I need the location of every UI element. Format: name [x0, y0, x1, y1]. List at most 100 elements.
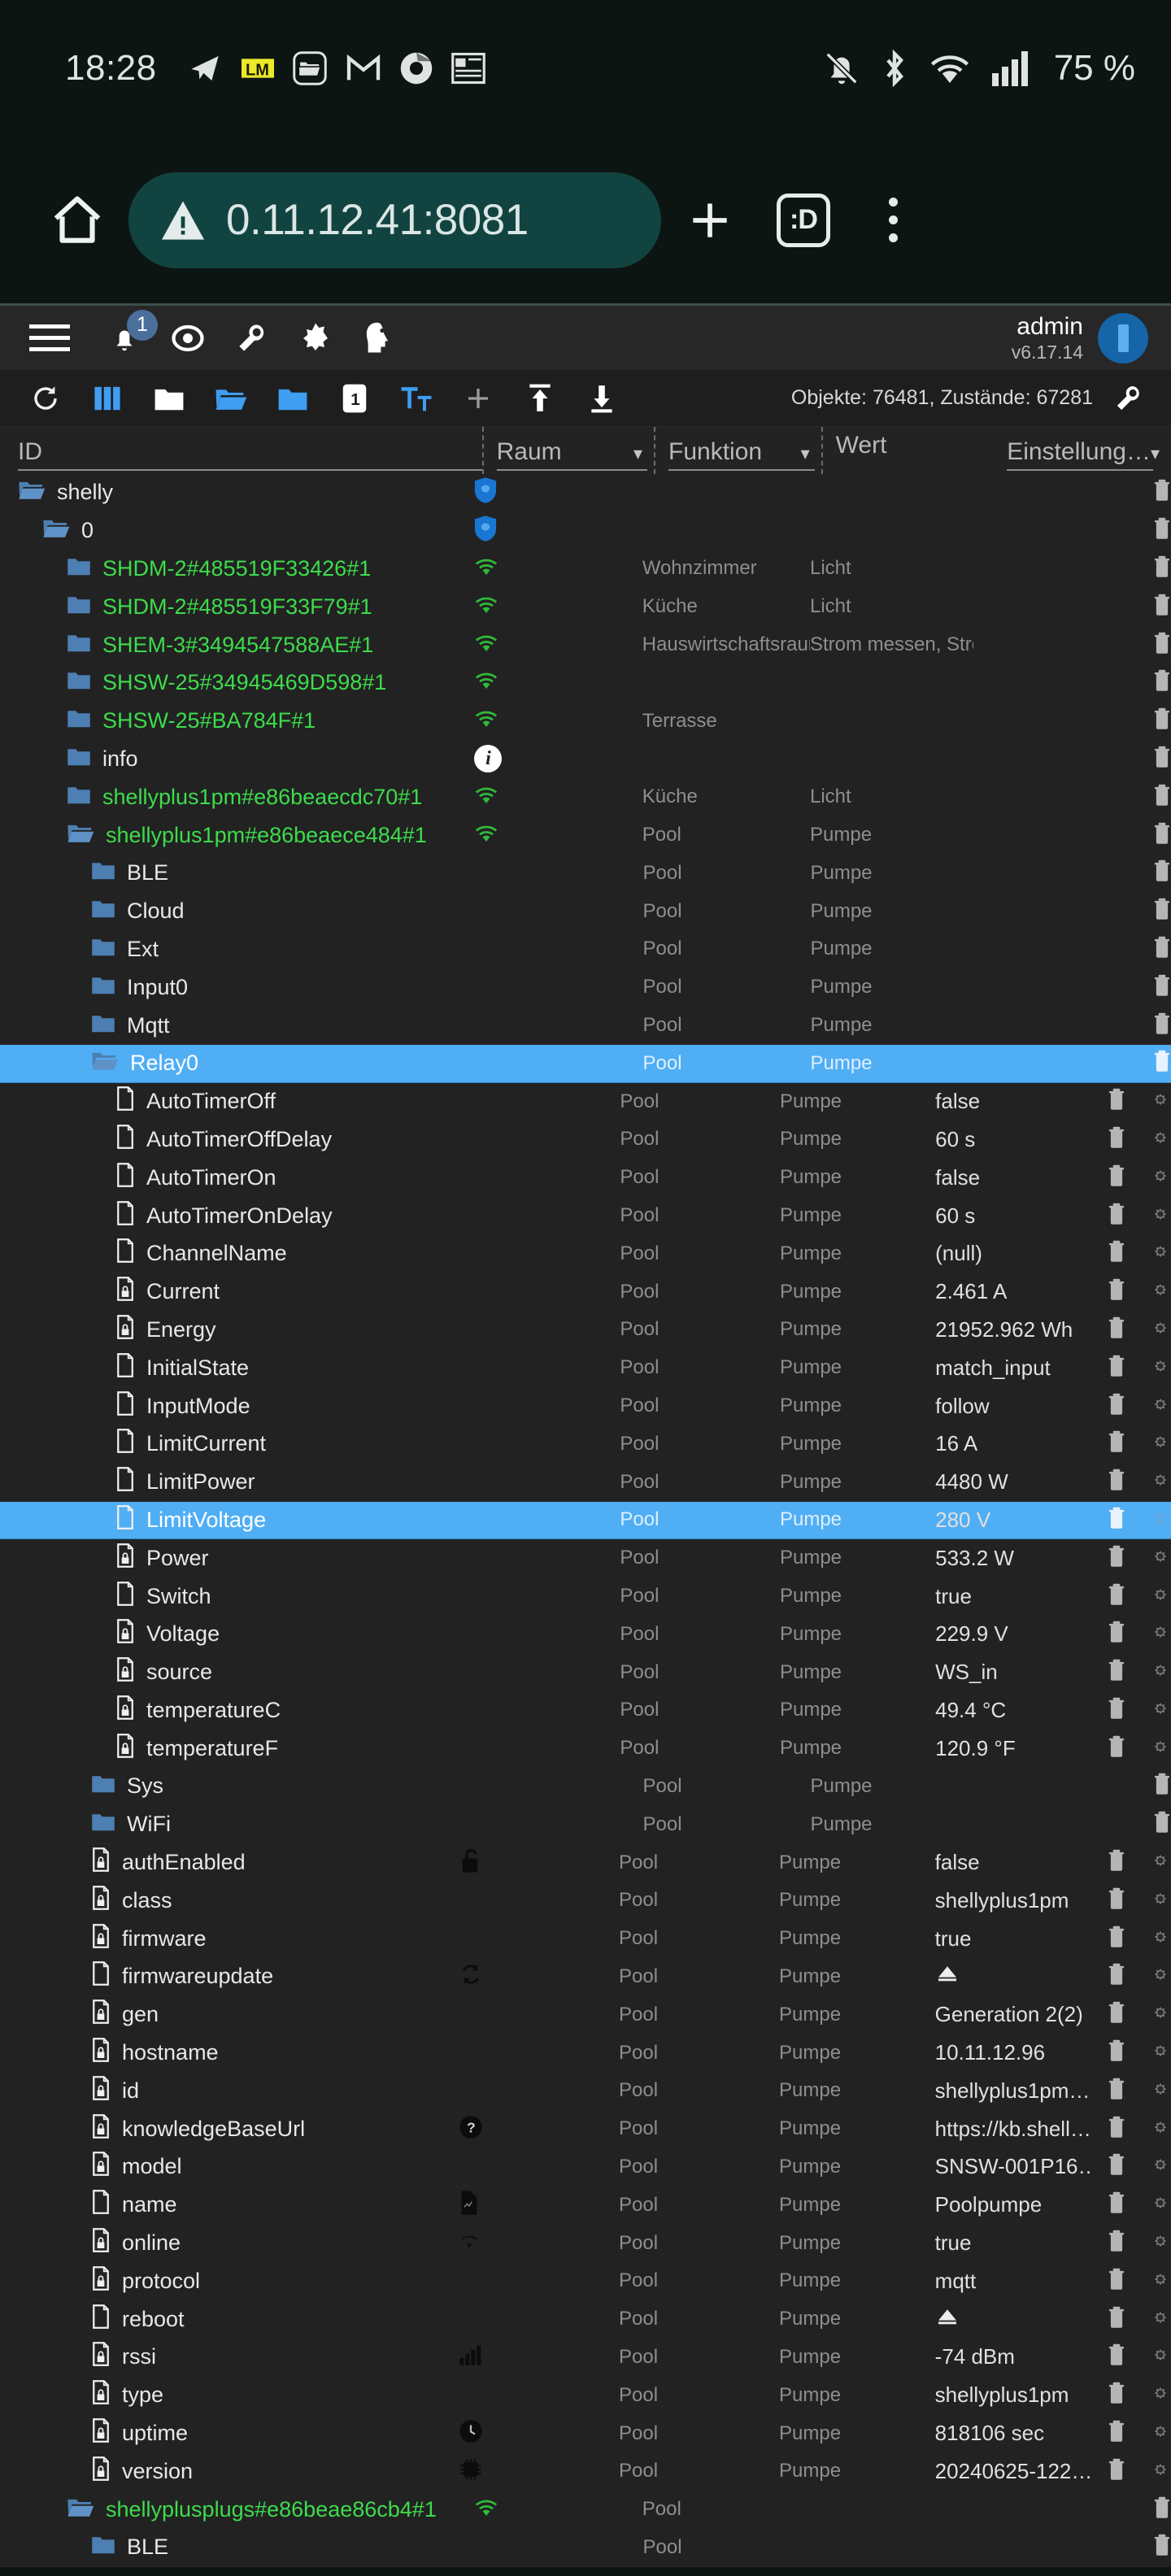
- row-id-cell[interactable]: shelly: [0, 479, 473, 506]
- add-icon[interactable]: [460, 381, 496, 416]
- row-id-cell[interactable]: info: [0, 746, 474, 772]
- delete-icon[interactable]: [1108, 1849, 1125, 1876]
- folder-open-icon[interactable]: [18, 479, 46, 506]
- row-id-cell[interactable]: reboot: [0, 2304, 459, 2334]
- delete-icon[interactable]: [1108, 2343, 1125, 2370]
- row-id-cell[interactable]: InitialState: [0, 1352, 460, 1383]
- chevron-down-icon[interactable]: ▾: [801, 443, 810, 466]
- settings-icon[interactable]: [1150, 1469, 1171, 1495]
- delete-icon[interactable]: [1108, 1507, 1125, 1534]
- settings-icon[interactable]: [1150, 2382, 1171, 2408]
- table-row[interactable]: shellyplus1pm#e86beaece484#1 Pool Pumpe: [0, 816, 1171, 855]
- row-wert-cell[interactable]: true: [935, 2230, 1093, 2256]
- delete-icon[interactable]: [1108, 2458, 1125, 2485]
- table-row[interactable]: LimitPower Pool Pumpe 4480 W: [0, 1464, 1171, 1502]
- delete-icon[interactable]: [1153, 746, 1171, 772]
- folder-open-icon[interactable]: [91, 1050, 119, 1077]
- row-id-cell[interactable]: AutoTimerOff: [0, 1086, 460, 1116]
- settings-icon[interactable]: [1150, 2269, 1171, 2294]
- folder-icon[interactable]: [275, 381, 311, 416]
- table-row[interactable]: 0: [0, 512, 1171, 550]
- state-readonly-icon[interactable]: [91, 2265, 111, 2296]
- state-icon[interactable]: [115, 1162, 135, 1193]
- row-wert-cell[interactable]: Generation 2(2): [935, 2002, 1093, 2027]
- table-row[interactable]: gen Pool Pumpe Generation 2(2): [0, 1996, 1171, 2034]
- folder-icon[interactable]: [91, 1012, 115, 1039]
- delete-icon[interactable]: [1153, 859, 1171, 886]
- delete-icon[interactable]: [1153, 555, 1171, 582]
- table-row[interactable]: shellyplus1pm#e86beaecdc70#1 Küche Licht: [0, 778, 1171, 817]
- settings-icon[interactable]: [1150, 1698, 1171, 1723]
- column-header-id[interactable]: ID: [0, 427, 482, 474]
- delete-icon[interactable]: [1153, 822, 1171, 849]
- row-id-cell[interactable]: type: [0, 2380, 459, 2410]
- settings-icon[interactable]: [1150, 1850, 1171, 1875]
- state-readonly-icon[interactable]: [115, 1543, 135, 1573]
- text-size-icon[interactable]: [398, 381, 434, 416]
- row-id-cell[interactable]: 0: [0, 517, 473, 544]
- delete-icon[interactable]: [1108, 2420, 1125, 2447]
- url-bar[interactable]: 0.11.12.41:8081: [128, 172, 661, 268]
- table-row[interactable]: source Pool Pumpe WS_in: [0, 1654, 1171, 1692]
- delete-icon[interactable]: [1108, 2382, 1125, 2408]
- state-readonly-icon[interactable]: [91, 1999, 111, 2030]
- table-row[interactable]: Energy Pool Pumpe 21952.962 Wh: [0, 1312, 1171, 1350]
- folder-icon[interactable]: [91, 1773, 115, 1799]
- delete-icon[interactable]: [1153, 1811, 1171, 1838]
- state-icon[interactable]: [115, 1125, 135, 1155]
- table-row[interactable]: authEnabled Pool Pumpe false: [0, 1844, 1171, 1882]
- table-row[interactable]: class Pool Pumpe shellyplus1pm: [0, 1882, 1171, 1921]
- table-row[interactable]: Relay0 Pool Pumpe: [0, 1044, 1171, 1083]
- row-wert-cell[interactable]: 818106 sec: [935, 2421, 1093, 2446]
- table-row[interactable]: name Pool Pumpe Poolpumpe: [0, 2187, 1171, 2225]
- table-row[interactable]: Sys Pool Pumpe: [0, 1768, 1171, 1806]
- state-readonly-icon[interactable]: [91, 1847, 111, 1878]
- table-row[interactable]: AutoTimerOn Pool Pumpe false: [0, 1159, 1171, 1198]
- state-icon[interactable]: [115, 1200, 135, 1231]
- delete-icon[interactable]: [1108, 1240, 1125, 1267]
- folder-open-icon[interactable]: [67, 822, 94, 849]
- delete-icon[interactable]: [1153, 1012, 1171, 1039]
- row-id-cell[interactable]: id: [0, 2075, 459, 2106]
- folder-icon[interactable]: [91, 974, 115, 1001]
- state-readonly-icon[interactable]: [91, 2152, 111, 2182]
- table-row[interactable]: AutoTimerOff Pool Pumpe false: [0, 1083, 1171, 1121]
- delete-icon[interactable]: [1108, 1545, 1125, 1572]
- row-wert-cell[interactable]: 60 s: [935, 1127, 1093, 1152]
- delete-icon[interactable]: [1108, 2001, 1125, 2028]
- table-row[interactable]: SHDM-2#485519F33426#1 Wohnzimmer Licht: [0, 550, 1171, 589]
- table-row[interactable]: Switch Pool Pumpe true: [0, 1577, 1171, 1616]
- state-icon[interactable]: [115, 1086, 135, 1116]
- row-wert-cell[interactable]: false: [935, 1089, 1093, 1114]
- state-readonly-icon[interactable]: [91, 2342, 111, 2372]
- insecure-warning-icon[interactable]: [159, 199, 207, 242]
- row-wert-cell[interactable]: [935, 1964, 1093, 1989]
- row-id-cell[interactable]: temperatureF: [0, 1733, 460, 1764]
- delete-icon[interactable]: [1108, 1355, 1125, 1382]
- row-wert-cell[interactable]: https://kb.shell…: [935, 2117, 1093, 2142]
- folder-icon[interactable]: [91, 859, 115, 886]
- refresh-icon[interactable]: [28, 381, 63, 416]
- state-readonly-icon[interactable]: [91, 1886, 111, 1916]
- state-icon[interactable]: [91, 1961, 111, 1991]
- row-id-cell[interactable]: SHDM-2#485519F33426#1: [0, 555, 474, 582]
- state-icon[interactable]: [115, 1429, 135, 1459]
- row-id-cell[interactable]: knowledgeBaseUrl: [0, 2113, 459, 2144]
- row-wert-cell[interactable]: 120.9 °F: [935, 1736, 1093, 1761]
- table-row[interactable]: InitialState Pool Pumpe match_input: [0, 1349, 1171, 1388]
- row-id-cell[interactable]: shellyplus1pm#e86beaecdc70#1: [0, 784, 474, 811]
- row-id-cell[interactable]: firmwareupdate: [0, 1961, 459, 1991]
- delete-icon[interactable]: [1108, 1735, 1125, 1762]
- export-icon[interactable]: [584, 381, 620, 416]
- delete-icon[interactable]: [1153, 1050, 1171, 1077]
- row-id-cell[interactable]: LimitCurrent: [0, 1429, 460, 1459]
- row-id-cell[interactable]: model: [0, 2152, 459, 2182]
- settings-icon[interactable]: [1150, 1355, 1171, 1381]
- state-icon[interactable]: [115, 1238, 135, 1268]
- row-id-cell[interactable]: Cloud: [0, 898, 475, 925]
- delete-icon[interactable]: [1108, 1203, 1125, 1229]
- row-id-cell[interactable]: firmware: [0, 1923, 459, 1954]
- row-wert-cell[interactable]: follow: [935, 1394, 1093, 1419]
- row-wert-cell[interactable]: 60 s: [935, 1203, 1093, 1229]
- delete-icon[interactable]: [1108, 1963, 1125, 1990]
